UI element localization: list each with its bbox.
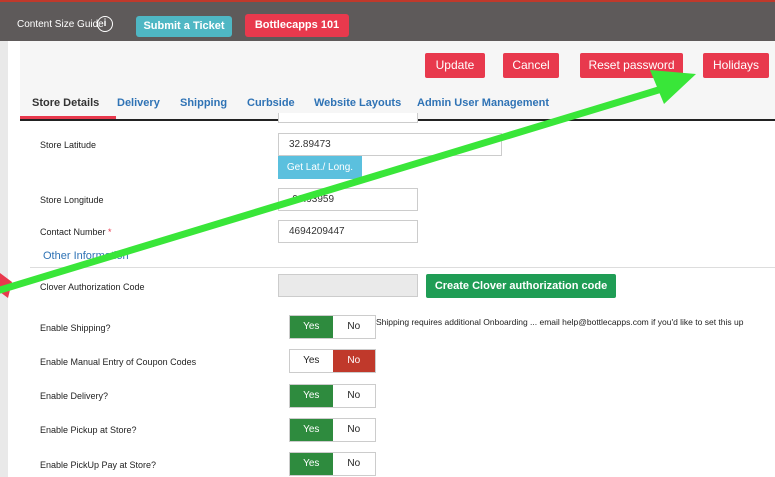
yes-option[interactable]: Yes bbox=[290, 453, 333, 475]
tab-shipping[interactable]: Shipping bbox=[180, 97, 227, 109]
required-marker: * bbox=[108, 227, 112, 237]
scrolled-field[interactable] bbox=[278, 113, 418, 123]
other-information-heading: Other Information bbox=[43, 250, 129, 262]
pickup-pay-toggle[interactable]: Yes No bbox=[289, 452, 376, 476]
store-name-button[interactable]: Bottlecapps 101 bbox=[245, 14, 349, 37]
holidays-button[interactable]: Holidays bbox=[703, 53, 769, 78]
shipping-note: Shipping requires additional Onboarding … bbox=[376, 317, 744, 327]
yes-option[interactable]: Yes bbox=[290, 419, 333, 441]
active-tab-indicator bbox=[20, 116, 116, 119]
no-option[interactable]: No bbox=[332, 350, 375, 372]
enable-shipping-toggle[interactable]: Yes No bbox=[289, 315, 376, 339]
tab-store-details[interactable]: Store Details bbox=[32, 97, 99, 109]
yes-option[interactable]: Yes bbox=[290, 316, 333, 338]
no-option[interactable]: No bbox=[332, 385, 375, 407]
tab-website-layouts[interactable]: Website Layouts bbox=[314, 97, 401, 109]
no-option[interactable]: No bbox=[332, 453, 375, 475]
store-longitude-input[interactable]: -96.93959 bbox=[278, 188, 418, 211]
tab-delivery[interactable]: Delivery bbox=[117, 97, 160, 109]
store-longitude-label: Store Longitude bbox=[40, 195, 104, 205]
pickup-pay-label: Enable PickUp Pay at Store? bbox=[40, 460, 157, 470]
top-bar: Content Size Guide i Submit a Ticket Bot… bbox=[0, 0, 775, 41]
store-edit-panel: Update Cancel Reset password Holidays St… bbox=[8, 41, 775, 477]
clover-code-input[interactable] bbox=[278, 274, 418, 297]
yes-option[interactable]: Yes bbox=[290, 385, 333, 407]
content-size-guide-label[interactable]: Content Size Guide bbox=[17, 19, 104, 30]
store-latitude-label: Store Latitude bbox=[40, 140, 97, 150]
left-gutter bbox=[0, 41, 8, 477]
store-latitude-input[interactable]: 32.89473 bbox=[278, 133, 502, 156]
contact-number-input[interactable]: 4694209447 bbox=[278, 220, 418, 243]
contact-number-text: Contact Number bbox=[40, 227, 106, 237]
get-lat-long-button[interactable]: Get Lat./ Long. bbox=[278, 156, 362, 179]
create-clover-code-button[interactable]: Create Clover authorization code bbox=[426, 274, 616, 298]
coupon-entry-toggle[interactable]: Yes No bbox=[289, 349, 376, 373]
info-icon[interactable]: i bbox=[97, 16, 113, 32]
enable-delivery-toggle[interactable]: Yes No bbox=[289, 384, 376, 408]
contact-number-label: Contact Number * bbox=[40, 227, 112, 237]
clover-code-label: Clover Authorization Code bbox=[40, 282, 145, 292]
no-option[interactable]: No bbox=[332, 419, 375, 441]
enable-pickup-toggle[interactable]: Yes No bbox=[289, 418, 376, 442]
submit-ticket-button[interactable]: Submit a Ticket bbox=[136, 16, 232, 37]
enable-shipping-label: Enable Shipping? bbox=[40, 323, 111, 333]
tab-admin-user-management[interactable]: Admin User Management bbox=[417, 97, 549, 109]
yes-option[interactable]: Yes bbox=[290, 350, 333, 372]
reset-password-button[interactable]: Reset password bbox=[580, 53, 683, 78]
cancel-button[interactable]: Cancel bbox=[503, 53, 559, 78]
update-button[interactable]: Update bbox=[425, 53, 485, 78]
enable-pickup-label: Enable Pickup at Store? bbox=[40, 425, 137, 435]
section-divider bbox=[30, 267, 775, 268]
coupon-entry-label: Enable Manual Entry of Coupon Codes bbox=[40, 357, 197, 367]
no-option[interactable]: No bbox=[332, 316, 375, 338]
tab-curbside[interactable]: Curbside bbox=[247, 97, 295, 109]
enable-delivery-label: Enable Delivery? bbox=[40, 391, 109, 401]
